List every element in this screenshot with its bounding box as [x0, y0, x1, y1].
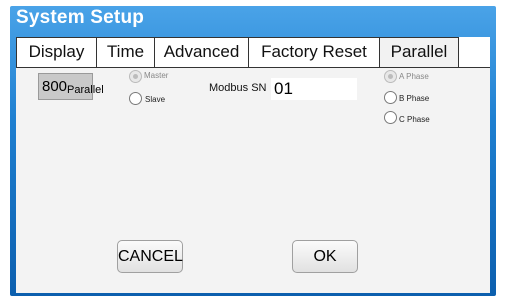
cancel-button[interactable]: CANCEL [117, 240, 183, 273]
parallel-count-box: 800Parallel [38, 73, 104, 100]
phase-b-radio[interactable] [384, 91, 397, 104]
phase-c-label: C Phase [399, 115, 430, 124]
tab-display[interactable]: Display [16, 37, 97, 67]
role-master-radio[interactable] [129, 70, 142, 83]
phase-b-label: B Phase [399, 94, 430, 103]
modbus-sn-label: Modbus SN [209, 82, 267, 94]
phase-c-radio[interactable] [384, 111, 397, 124]
tab-time[interactable]: Time [96, 37, 155, 67]
window-title: System Setup [16, 7, 145, 28]
role-slave-radio[interactable] [129, 92, 142, 105]
ok-button[interactable]: OK [292, 240, 358, 273]
role-master-label: Master [144, 71, 169, 80]
phase-a-radio[interactable] [384, 70, 397, 83]
parallel-count-suffix: Parallel [67, 84, 104, 96]
parallel-count-value: 800 [42, 78, 68, 95]
tab-bar: Display Time Advanced Factory Reset Para… [16, 37, 490, 69]
role-slave-label: Slave [145, 95, 166, 104]
tab-factory-reset[interactable]: Factory Reset [248, 37, 380, 67]
modbus-sn-input[interactable] [271, 78, 357, 100]
phase-a-label: A Phase [399, 72, 429, 81]
tab-advanced[interactable]: Advanced [154, 37, 249, 67]
tab-parallel[interactable]: Parallel [379, 37, 459, 69]
parallel-panel: 800Parallel Master Slave Modbus SN A Pha… [16, 67, 490, 293]
